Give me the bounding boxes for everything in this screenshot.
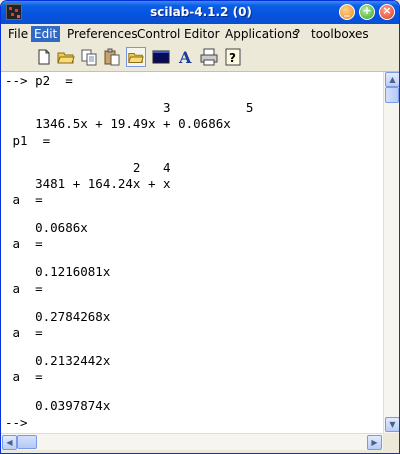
menu-editor[interactable]: Editor xyxy=(181,26,223,42)
scroll-right-button[interactable]: ▶ xyxy=(367,435,382,450)
menu-preferences[interactable]: Preferences xyxy=(64,26,141,42)
horizontal-scroll-thumb[interactable] xyxy=(17,435,37,449)
menu-help[interactable]: ? xyxy=(291,26,303,42)
menu-toolboxes[interactable]: toolboxes xyxy=(308,26,372,42)
scrollbar-corner xyxy=(383,433,399,450)
console-line: 3481 + 164.24x + x xyxy=(5,176,171,191)
close-button[interactable]: × xyxy=(379,4,395,20)
close-icon: × xyxy=(382,4,392,17)
font-icon: A xyxy=(178,48,192,67)
copy-button[interactable] xyxy=(79,47,99,67)
console-line: a = xyxy=(5,325,43,340)
svg-text:A: A xyxy=(178,48,192,67)
vertical-scrollbar[interactable]: ▲ ▼ xyxy=(383,72,399,433)
console-line: a = xyxy=(5,236,43,251)
toolbar: A ? xyxy=(1,44,399,72)
minimize-button[interactable]: _ xyxy=(339,4,355,20)
paste-button[interactable] xyxy=(102,47,122,67)
console-line: 0.0686x xyxy=(5,220,88,235)
arrow-up-icon: ▲ xyxy=(389,75,396,84)
arrow-down-icon: ▼ xyxy=(389,420,396,429)
font-button[interactable]: A xyxy=(175,47,195,67)
maximize-button[interactable]: + xyxy=(359,4,375,20)
console-line: a = xyxy=(5,281,43,296)
scroll-down-button[interactable]: ▼ xyxy=(385,417,399,432)
console-line: 0.0397874x xyxy=(5,398,111,413)
console-line: 2 4 xyxy=(5,160,171,175)
console-line: 3 5 xyxy=(5,100,254,115)
arrow-right-icon: ▶ xyxy=(371,438,378,447)
console-line: 0.2132442x xyxy=(5,353,111,368)
copy-icon xyxy=(81,49,97,66)
menu-bar: File Edit Preferences Control Editor App… xyxy=(1,24,399,44)
console-line: 1346.5x + 19.49x + 0.0686x xyxy=(5,116,231,131)
console-line: 0.1216081x xyxy=(5,264,111,279)
console-prompt: --> xyxy=(5,415,28,430)
change-directory-button[interactable] xyxy=(126,47,146,67)
change-directory-icon xyxy=(128,52,144,63)
console-line: 0.2784268x xyxy=(5,309,111,324)
minimize-icon: _ xyxy=(344,4,350,17)
new-file-icon xyxy=(38,49,50,65)
print-button[interactable] xyxy=(199,47,219,67)
menu-control[interactable]: Control xyxy=(134,26,183,42)
open-folder-icon xyxy=(57,52,75,64)
maximize-icon: + xyxy=(362,4,372,17)
console-line: --> p2 = xyxy=(5,73,73,88)
vertical-scroll-thumb[interactable] xyxy=(385,87,399,103)
arrow-left-icon: ◀ xyxy=(6,438,13,447)
svg-text:?: ? xyxy=(229,51,236,65)
open-file-button[interactable] xyxy=(56,47,76,67)
print-icon xyxy=(200,48,218,66)
console-line: a = xyxy=(5,369,43,384)
console-output[interactable]: --> p2 = 3 5 1346.5x + 19.49x + 0.0686x … xyxy=(1,72,383,433)
scroll-left-button[interactable]: ◀ xyxy=(2,435,17,450)
scilab-window: scilab-4.1.2 (0) _ + × File Edit Prefere… xyxy=(0,0,400,454)
paste-icon xyxy=(104,48,120,66)
menu-edit[interactable]: Edit xyxy=(31,26,61,42)
menu-file[interactable]: File xyxy=(5,26,31,42)
console-line: a = xyxy=(5,192,43,207)
console-button[interactable] xyxy=(151,47,171,67)
help-button[interactable]: ? xyxy=(223,47,243,67)
menu-applications[interactable]: Applications xyxy=(222,26,301,42)
title-bar[interactable]: scilab-4.1.2 (0) _ + × xyxy=(1,1,399,24)
horizontal-scrollbar[interactable]: ◀ ▶ xyxy=(1,433,383,450)
new-file-button[interactable] xyxy=(34,47,54,67)
console-line: p1 = xyxy=(5,133,51,148)
scroll-up-button[interactable]: ▲ xyxy=(385,72,399,87)
console-icon xyxy=(152,50,170,64)
help-icon: ? xyxy=(225,48,241,66)
